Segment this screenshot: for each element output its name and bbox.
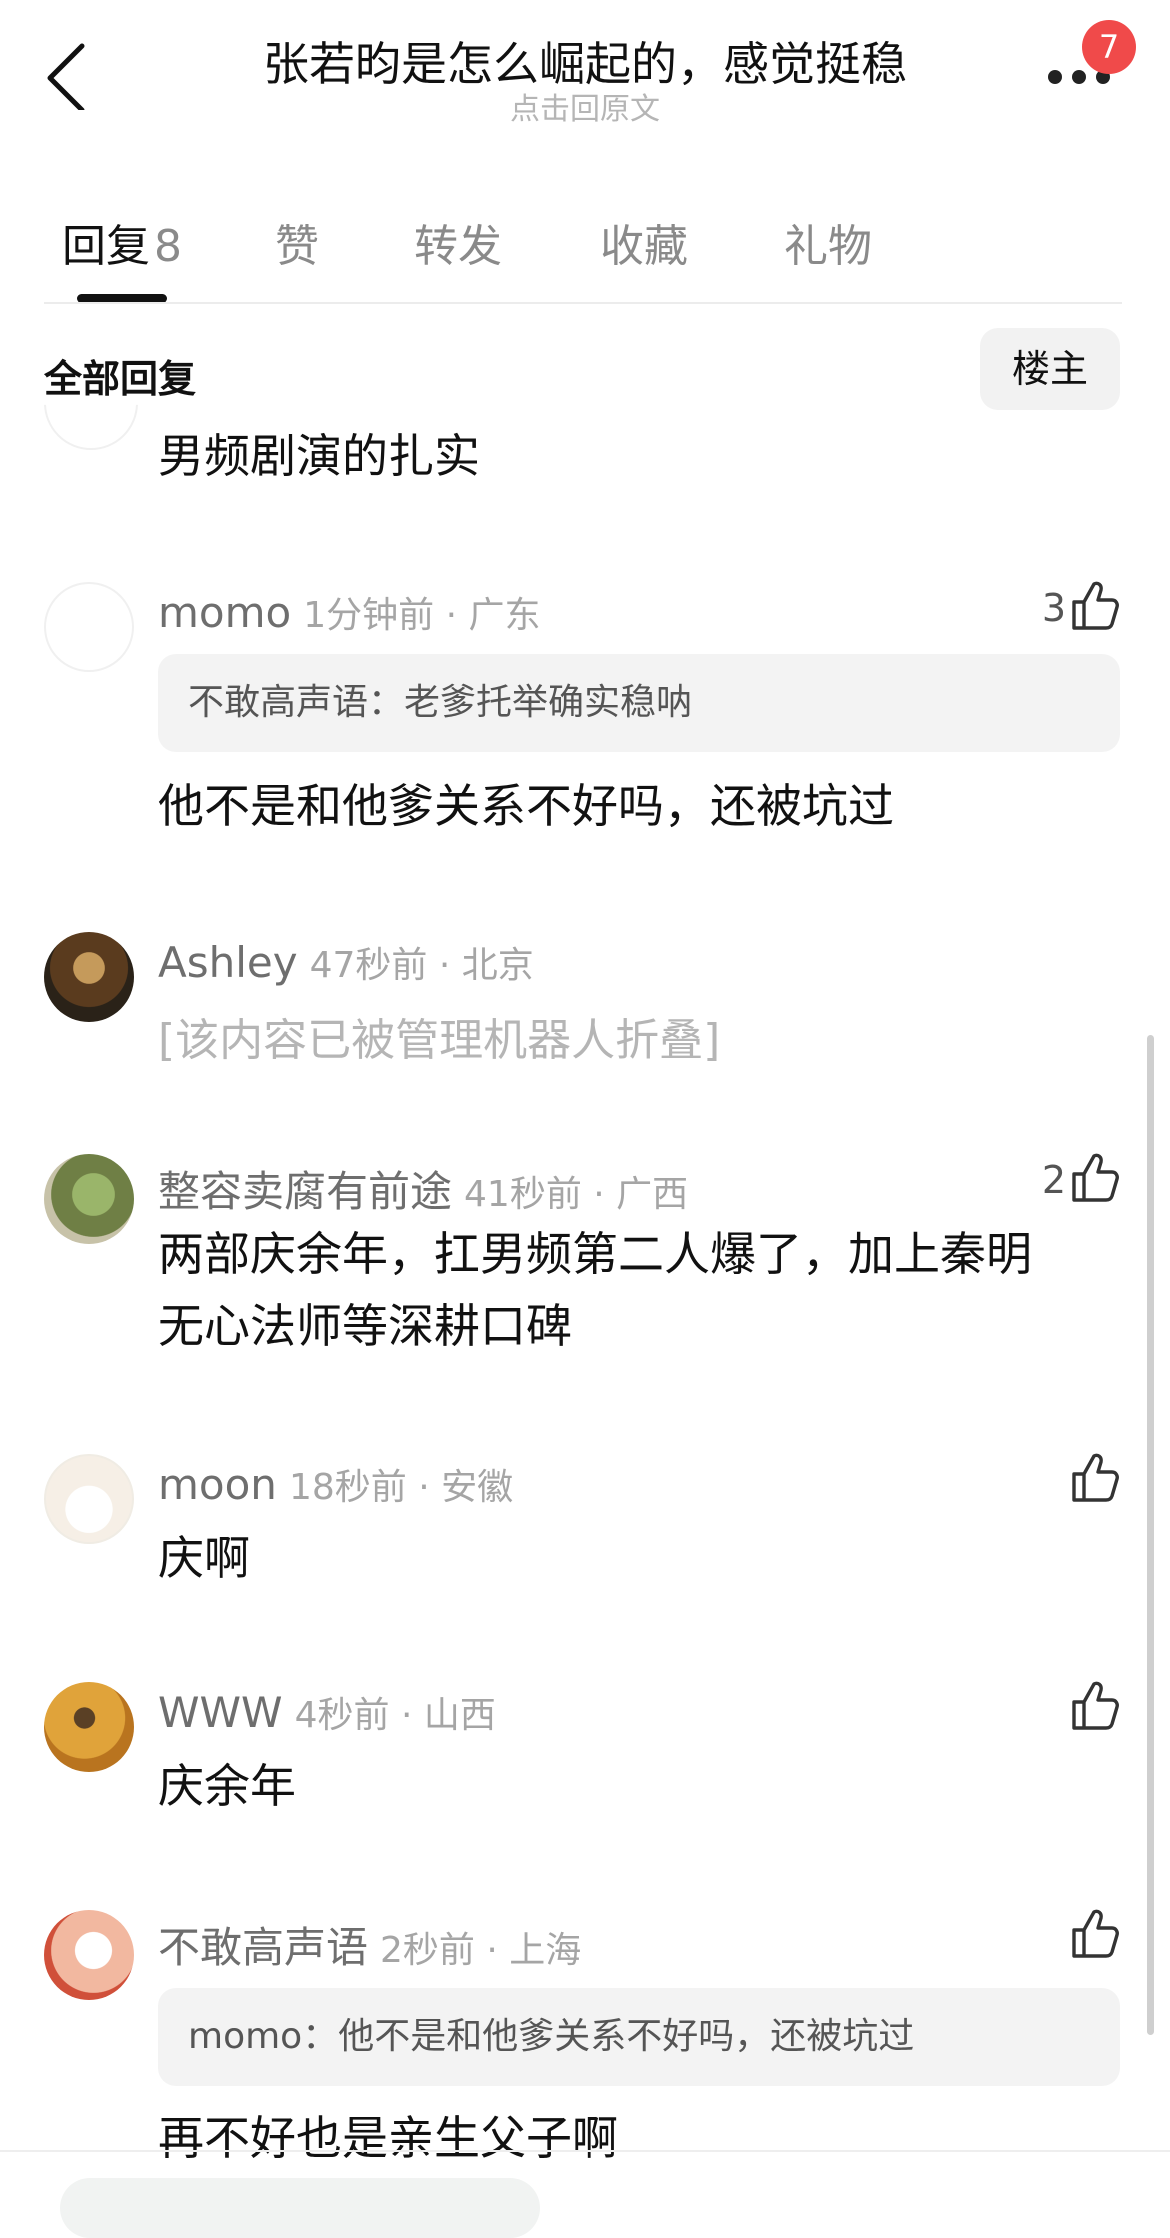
quoted-reply[interactable]: 不敢高声语：老爹托举确实稳呐 — [158, 654, 1120, 752]
thumbs-up-icon — [1072, 1453, 1119, 1502]
comment-meta: 4秒前 · 山西 — [294, 1695, 496, 1736]
comment-header: momo 1分钟前 · 广东 — [158, 586, 540, 638]
avatar[interactable] — [44, 1910, 134, 2000]
divider — [44, 302, 1122, 304]
thumbs-up-icon — [1072, 1153, 1119, 1202]
comment-text: 庆余年 — [158, 1759, 296, 1813]
avatar[interactable] — [44, 1154, 134, 1244]
thumbs-up-icon — [1072, 1681, 1119, 1730]
avatar[interactable] — [44, 932, 134, 1022]
scrollbar[interactable] — [1147, 1035, 1154, 2035]
all-replies-filter[interactable]: 全部回复 — [44, 348, 196, 403]
like-button[interactable] — [1020, 1680, 1120, 1740]
back-to-original-link[interactable]: 点击回原文 — [180, 84, 990, 128]
comment-meta: 1分钟前 · 广东 — [303, 595, 541, 636]
tab-favorites[interactable]: 收藏 — [600, 210, 688, 274]
comment-header: moon 18秒前 · 安徽 — [158, 1458, 513, 1510]
comment-text: 庆啊 — [158, 1531, 250, 1585]
comment-text: 再不好也是亲生父子啊 — [158, 2111, 618, 2165]
back-arrow-icon — [47, 43, 85, 113]
tab-replies[interactable]: 回复8 — [62, 210, 182, 274]
comment-meta: 2秒前 · 上海 — [380, 1930, 582, 1971]
back-button[interactable] — [40, 40, 100, 113]
comment-header: Ashley 47秒前 · 北京 — [158, 936, 534, 988]
like-count: 2 — [1041, 1158, 1066, 1202]
quoted-reply[interactable]: momo：他不是和他爹关系不好吗，还被坑过 — [158, 1988, 1120, 2086]
like-button[interactable] — [1020, 1452, 1120, 1512]
like-button[interactable]: 2 — [1020, 1152, 1120, 1212]
comment-meta: 41秒前 · 广西 — [464, 1174, 689, 1215]
folded-content-notice: [该内容已被管理机器人折叠] — [158, 1015, 721, 1066]
comment-meta: 47秒前 · 北京 — [309, 945, 534, 986]
like-button[interactable] — [1020, 1908, 1120, 1968]
comment-header: 不敢高声语 2秒前 · 上海 — [158, 1914, 581, 1975]
comment-text: 他不是和他爹关系不好吗，还被坑过 — [158, 779, 894, 833]
like-count: 3 — [1041, 586, 1066, 630]
tab-likes[interactable]: 赞 — [275, 210, 319, 274]
username[interactable]: momo — [158, 588, 291, 637]
like-button[interactable]: 3 — [1020, 580, 1120, 640]
avatar[interactable] — [44, 1682, 134, 1772]
username[interactable]: WWW — [158, 1688, 283, 1737]
tab-replies-count: 8 — [154, 221, 182, 272]
username[interactable]: 整容卖腐有前途 — [158, 1167, 452, 1216]
tab-replies-label: 回复 — [62, 221, 150, 272]
notification-badge: 7 — [1082, 20, 1136, 74]
avatar[interactable] — [44, 582, 134, 672]
username[interactable]: Ashley — [158, 938, 298, 987]
avatar[interactable] — [44, 1454, 134, 1544]
username[interactable]: 不敢高声语 — [158, 1923, 368, 1972]
tab-gifts[interactable]: 礼物 — [784, 210, 872, 274]
username[interactable]: moon — [158, 1460, 277, 1509]
comment-text: 无心法师等深耕口碑 — [158, 1299, 572, 1353]
comment-header: WWW 4秒前 · 山西 — [158, 1686, 496, 1738]
thumbs-up-icon — [1072, 1909, 1119, 1958]
owner-only-button[interactable]: 楼主 — [980, 328, 1120, 410]
comment-header: 整容卖腐有前途 41秒前 · 广西 — [158, 1158, 688, 1219]
bottom-divider — [0, 2150, 1170, 2152]
reply-input[interactable] — [60, 2178, 540, 2238]
comment-text: 两部庆余年，扛男频第二人爆了，加上秦明 — [158, 1227, 1032, 1281]
comment-text: 男频剧演的扎实 — [158, 429, 480, 483]
tab-reposts[interactable]: 转发 — [414, 210, 502, 274]
thumbs-up-icon — [1072, 581, 1119, 630]
comment-meta: 18秒前 · 安徽 — [288, 1467, 514, 1508]
